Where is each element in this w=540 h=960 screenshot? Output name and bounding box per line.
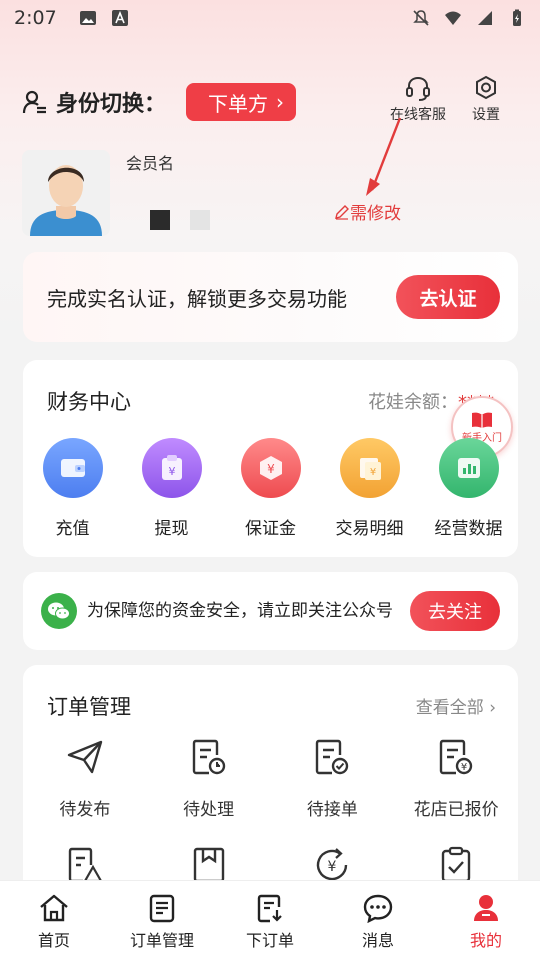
deposit-icon: ¥ [240, 438, 301, 498]
text-a-icon [111, 10, 128, 26]
role-label: 下单方 [208, 91, 269, 116]
home-icon [40, 894, 68, 922]
wechat-icon [41, 593, 77, 629]
member-name: 会员名 [126, 154, 175, 173]
identity-switch-row: 身份切换： 下单方 › [22, 82, 297, 122]
message-icon [363, 894, 393, 923]
accept-icon [316, 739, 349, 775]
receipt-icon: ¥ [339, 438, 400, 498]
wechat-follow-card: 为保障您的资金安全，请立即关注公众号 去关注 [23, 572, 518, 650]
headset-icon [406, 76, 430, 101]
order-item-refund[interactable]: ¥ [271, 845, 395, 885]
order-item-exception[interactable] [23, 845, 147, 885]
chevron-right-icon: › [276, 90, 285, 114]
balance-label: 花娃余额： [368, 392, 458, 413]
nav-label: 订单管理 [129, 931, 194, 950]
role-switch-button[interactable]: 下单方 › [186, 83, 297, 121]
finance-item-label: 保证金 [245, 519, 296, 539]
nav-item-orders[interactable]: 订单管理 [108, 881, 216, 960]
wallet-icon [42, 438, 103, 498]
send-icon [67, 740, 103, 774]
image-icon [79, 11, 96, 25]
follow-button[interactable]: 去关注 [410, 591, 500, 631]
settings-label: 设置 [472, 107, 500, 123]
battery-icon [513, 9, 521, 26]
orders-title: 订单管理 [47, 695, 131, 719]
order-status-row-2: ¥ [23, 845, 518, 885]
annotation-arrow-icon [366, 117, 402, 196]
withdraw-icon: ¥ [141, 438, 202, 498]
finance-item-label: 提现 [154, 519, 189, 539]
svg-text:¥: ¥ [328, 859, 337, 875]
quote-icon: ¥ [439, 739, 473, 775]
order-item-delivered[interactable] [147, 845, 271, 885]
svg-text:¥: ¥ [267, 462, 275, 476]
finance-title: 财务中心 [47, 390, 131, 414]
nav-label: 消息 [361, 931, 394, 950]
order-item-completed[interactable] [394, 845, 518, 885]
nav-label: 我的 [469, 931, 502, 950]
wifi-icon [445, 11, 461, 25]
status-bar: 2:07 [0, 0, 540, 36]
finance-item-transactions[interactable]: ¥ 交易明细 [320, 438, 419, 539]
order-item-label: 待处理 [183, 800, 235, 820]
order-item-label: 待接单 [306, 800, 358, 820]
nav-label: 下订单 [245, 931, 294, 950]
order-item-to-publish[interactable]: 待发布 [23, 737, 147, 820]
order-item-quoted[interactable]: ¥ 花店已报价 [394, 737, 518, 820]
svg-text:¥: ¥ [168, 465, 175, 478]
gear-icon [476, 75, 496, 100]
mute-icon [413, 10, 429, 26]
nav-label: 首页 [37, 931, 70, 950]
status-time: 2:07 [14, 7, 57, 29]
avatar[interactable] [22, 150, 110, 236]
finance-item-business-data[interactable]: 经营数据 [419, 438, 518, 539]
finance-center-card: 财务中心 花娃余额：**** 新手入门 充值 ¥ 提现 ¥ 保证金 [23, 360, 518, 557]
pending-icon [192, 739, 225, 775]
bottom-nav: 首页 订单管理 下订单 消息 我的 [0, 880, 540, 960]
finance-item-deposit[interactable]: ¥ 保证金 [221, 438, 320, 539]
nav-item-home[interactable]: 首页 [0, 881, 108, 960]
finance-item-label: 交易明细 [335, 519, 404, 539]
finance-item-withdraw[interactable]: ¥ 提现 [122, 438, 221, 539]
place-order-icon [257, 894, 282, 923]
placeholder-block-light [190, 210, 210, 230]
settings-button[interactable]: 设置 [472, 74, 500, 124]
user-switch-icon [22, 90, 46, 114]
clipboard-check-icon [441, 846, 471, 883]
signal-icon [478, 11, 492, 25]
finance-item-recharge[interactable]: 充值 [23, 438, 122, 539]
chart-icon [438, 438, 499, 498]
order-item-label: 待发布 [59, 800, 111, 820]
nav-item-place-order[interactable]: 下订单 [216, 881, 324, 960]
profile-icon [474, 895, 498, 921]
finance-item-label: 充值 [55, 519, 90, 539]
finance-icon-row: 充值 ¥ 提现 ¥ 保证金 ¥ 交易明细 经营数据 [23, 438, 518, 539]
order-status-row: 待发布 待处理 待接单 ¥ 花店已报价 [23, 737, 518, 820]
verify-text: 完成实名认证，解锁更多交易功能 [47, 286, 347, 311]
box-icon [193, 847, 224, 883]
avatar-image [22, 150, 110, 236]
identity-title: 身份切换： [56, 92, 167, 117]
edit-profile-label: 需修改 [350, 204, 401, 224]
order-list-icon [149, 894, 175, 923]
verify-banner: 完成实名认证，解锁更多交易功能 去认证 [23, 252, 518, 342]
edit-profile-link[interactable]: 需修改 [334, 199, 401, 224]
verify-button[interactable]: 去认证 [396, 275, 500, 319]
wechat-follow-text: 为保障您的资金安全，请立即关注公众号 [87, 601, 393, 621]
order-item-label: 花店已报价 [413, 800, 499, 820]
svg-text:¥: ¥ [461, 762, 467, 773]
warning-doc-icon [68, 847, 103, 883]
order-item-pending[interactable]: 待处理 [147, 737, 271, 820]
view-all-orders-link[interactable]: 查看全部 › [416, 693, 496, 718]
placeholder-block-dark [150, 210, 170, 230]
order-item-awaiting-accept[interactable]: 待接单 [271, 737, 395, 820]
pencil-icon [335, 204, 349, 220]
nav-item-profile[interactable]: 我的 [432, 881, 540, 960]
finance-item-label: 经营数据 [434, 519, 503, 539]
book-icon [472, 412, 492, 428]
svg-text:¥: ¥ [369, 467, 375, 478]
refund-icon: ¥ [317, 848, 348, 881]
nav-item-messages[interactable]: 消息 [324, 881, 432, 960]
